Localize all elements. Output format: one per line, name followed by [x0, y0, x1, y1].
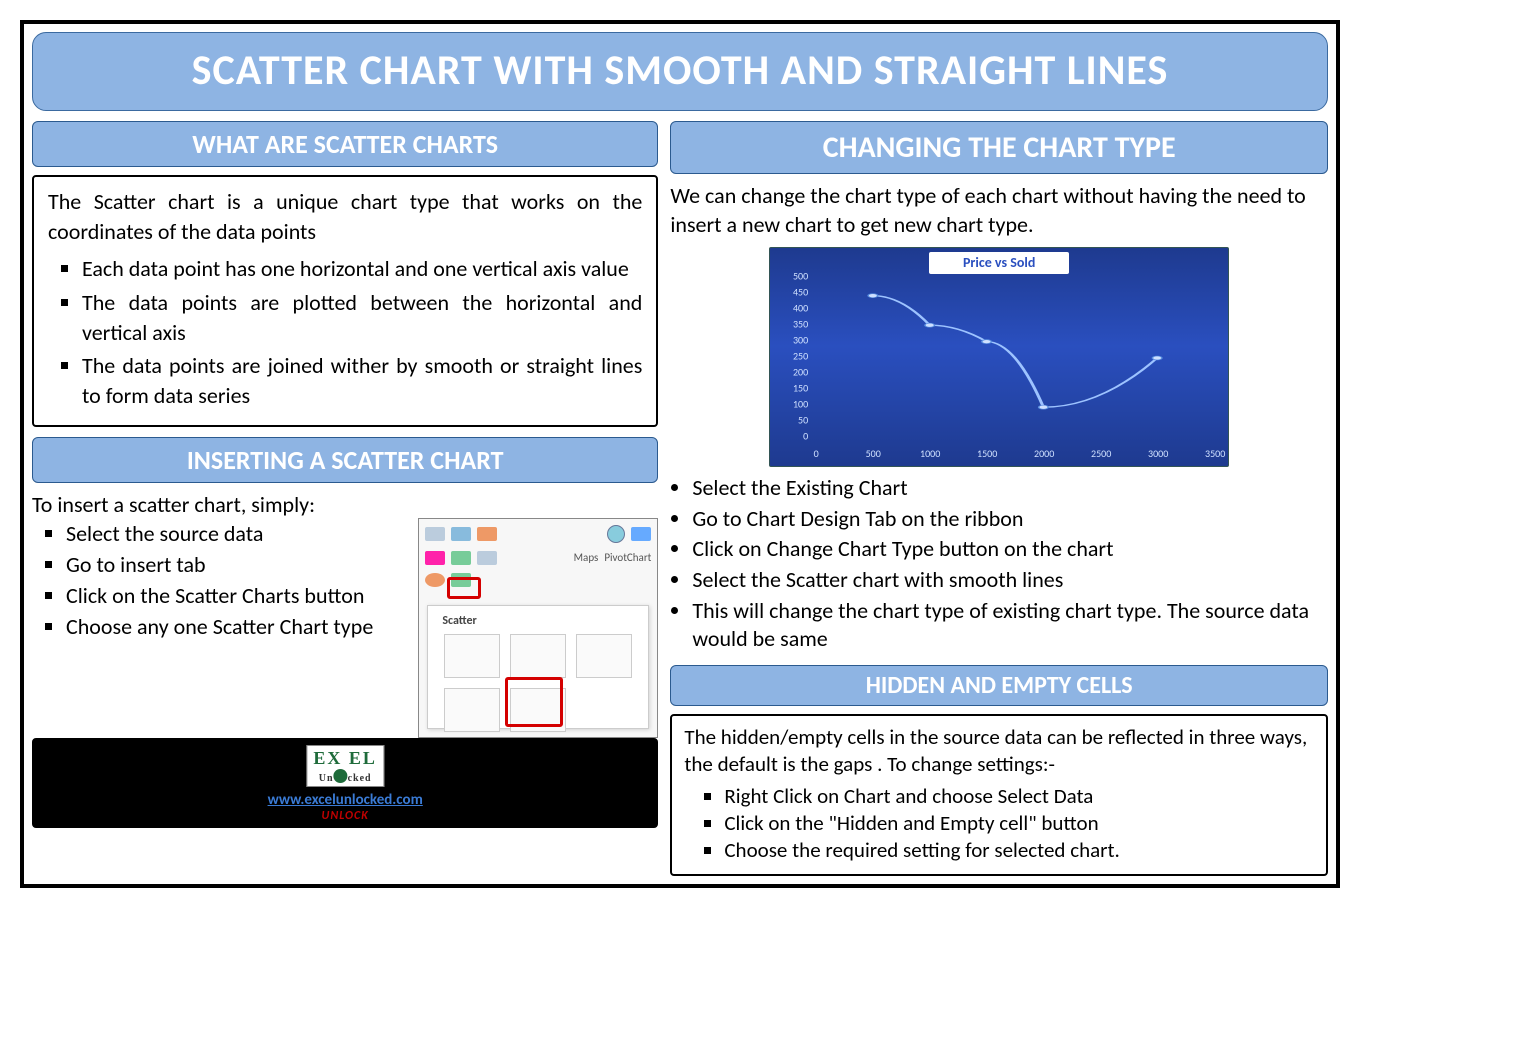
insert-bullet-4: Choose any one Scatter Chart type — [66, 611, 412, 642]
hidden-intro: The hidden/empty cells in the source dat… — [684, 724, 1314, 779]
insert-bullet-1: Select the source data — [66, 518, 412, 549]
xtick-3000: 3000 — [1148, 447, 1168, 460]
chart-icon — [425, 527, 445, 541]
footer-url-link[interactable]: www.excelunlocked.com — [268, 791, 423, 809]
left-column: WHAT ARE SCATTER CHARTS The Scatter char… — [32, 121, 658, 876]
infographic-page: SCATTER CHART WITH SMOOTH AND STRAIGHT L… — [20, 20, 1340, 888]
xtick-500: 500 — [866, 447, 881, 460]
scatter-straight-highlight — [505, 677, 563, 727]
logo-sub: Uncked — [313, 769, 377, 784]
ytick-450: 450 — [778, 286, 808, 299]
what-are-header: WHAT ARE SCATTER CHARTS — [32, 121, 658, 167]
price-vs-sold-chart: Price vs Sold 500 450 400 350 300 250 20… — [769, 247, 1229, 467]
scatter-button-highlight — [447, 577, 481, 599]
scatter-type-straight-markers-icon — [444, 688, 500, 732]
ytick-500: 500 — [778, 270, 808, 283]
changing-type-header: CHANGING THE CHART TYPE — [670, 121, 1328, 174]
chart-icon — [477, 527, 497, 541]
maps-icon — [607, 525, 625, 543]
ribbon-screenshot: Maps PivotChart Scatter — [418, 518, 658, 738]
xtick-1500: 1500 — [977, 447, 997, 460]
xtick-2000: 2000 — [1034, 447, 1054, 460]
changing-intro: We can change the chart type of each cha… — [670, 182, 1328, 239]
ytick-50: 50 — [778, 414, 808, 427]
footer-banner: EX EL Uncked www.excelunlocked.com UNLOC… — [32, 738, 658, 828]
xtick-2500: 2500 — [1091, 447, 1111, 460]
inserting-header: INSERTING A SCATTER CHART — [32, 437, 658, 483]
what-bullet-1: Each data point has one horizontal and o… — [82, 252, 642, 286]
what-bullet-2: The data points are plotted between the … — [82, 286, 642, 349]
change-step-3: Click on Change Chart Type button on the… — [692, 534, 1328, 565]
ytick-0: 0 — [778, 430, 808, 443]
ytick-300: 300 — [778, 334, 808, 347]
pivotchart-icon — [631, 527, 651, 541]
change-steps-list: Select the Existing Chart Go to Chart De… — [670, 473, 1328, 655]
ytick-200: 200 — [778, 366, 808, 379]
ytick-150: 150 — [778, 382, 808, 395]
xtick-1000: 1000 — [920, 447, 940, 460]
insert-bullet-3: Click on the Scatter Charts button — [66, 580, 412, 611]
change-step-2: Go to Chart Design Tab on the ribbon — [692, 504, 1328, 535]
change-step-1: Select the Existing Chart — [692, 473, 1328, 504]
chart-icon — [425, 551, 445, 565]
ytick-350: 350 — [778, 318, 808, 331]
insert-bullets: Select the source data Go to insert tab … — [32, 518, 412, 642]
chart-icon — [477, 551, 497, 565]
pie-icon — [425, 573, 445, 587]
insert-bullet-2: Go to insert tab — [66, 549, 412, 580]
ytick-400: 400 — [778, 302, 808, 315]
change-step-5: This will change the chart type of exist… — [692, 596, 1328, 655]
hidden-bullet-3: Choose the required setting for selected… — [724, 837, 1314, 864]
scatter-type-smooth-markers-icon — [510, 634, 566, 678]
what-are-box: The Scatter chart is a unique chart type… — [32, 175, 658, 427]
ytick-250: 250 — [778, 350, 808, 363]
what-bullet-3: The data points are joined wither by smo… — [82, 349, 642, 412]
page-title: SCATTER CHART WITH SMOOTH AND STRAIGHT L… — [32, 32, 1328, 111]
hidden-bullet-1: Right Click on Chart and choose Select D… — [724, 783, 1314, 810]
plot-area — [816, 276, 1214, 440]
logo-top: EX EL — [313, 748, 377, 768]
change-step-4: Select the Scatter chart with smooth lin… — [692, 565, 1328, 596]
hidden-bullet-2: Click on the "Hidden and Empty cell" but… — [724, 810, 1314, 837]
keyhole-icon — [334, 769, 348, 783]
chart-icon — [451, 527, 471, 541]
xtick-3500: 3500 — [1205, 447, 1225, 460]
footer-unlock-text: UNLOCK — [268, 809, 423, 823]
insert-intro: To insert a scatter chart, simply: — [32, 491, 658, 518]
chart-title: Price vs Sold — [929, 252, 1069, 274]
excel-unlocked-logo: EX EL Uncked — [306, 745, 384, 787]
pivot-label: PivotChart — [604, 551, 651, 564]
ytick-100: 100 — [778, 398, 808, 411]
scatter-pane-label: Scatter — [442, 614, 642, 628]
chart-icon — [451, 551, 471, 565]
right-column: CHANGING THE CHART TYPE We can change th… — [670, 121, 1328, 876]
xtick-0: 0 — [814, 447, 819, 460]
chart-markers — [816, 276, 1214, 440]
scatter-type-dots-icon — [444, 634, 500, 678]
scatter-type-smooth-icon — [576, 634, 632, 678]
hidden-empty-header: HIDDEN AND EMPTY CELLS — [670, 665, 1328, 706]
hidden-empty-box: The hidden/empty cells in the source dat… — [670, 714, 1328, 876]
what-intro-text: The Scatter chart is a unique chart type… — [48, 187, 642, 246]
maps-label: Maps — [574, 551, 599, 564]
